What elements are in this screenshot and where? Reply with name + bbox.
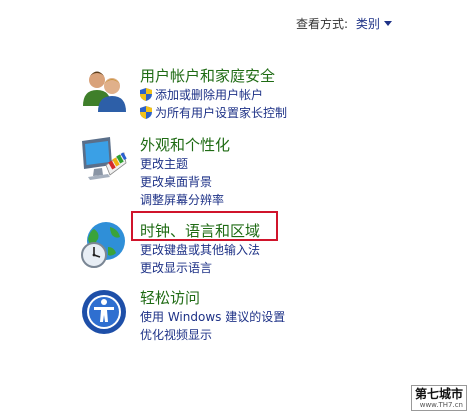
category-title-user-accounts[interactable]: 用户帐户和家庭安全 — [140, 66, 460, 86]
link-label: 为所有用户设置家长控制 — [155, 106, 288, 120]
ease-of-access-icon — [82, 290, 126, 334]
link-change-display-language[interactable]: 更改显示语言 — [140, 259, 460, 277]
link-change-keyboard-input[interactable]: 更改键盘或其他输入法 — [140, 241, 460, 259]
monitor-palette-icon — [82, 137, 127, 180]
chevron-down-icon — [383, 21, 392, 26]
uac-shield-icon — [140, 88, 152, 101]
link-optimize-visual-display[interactable]: 优化视频显示 — [140, 326, 460, 344]
category-title-appearance[interactable]: 外观和个性化 — [140, 135, 460, 155]
highlight-box — [131, 211, 278, 241]
link-adjust-resolution[interactable]: 调整屏幕分辨率 — [140, 191, 460, 209]
category-title-ease-of-access[interactable]: 轻松访问 — [140, 288, 460, 308]
watermark-text: 第七城市 — [414, 387, 463, 401]
link-add-remove-accounts[interactable]: 添加或删除用户帐户 — [140, 86, 460, 104]
link-label: 添加或删除用户帐户 — [155, 88, 264, 102]
view-by-selected: 类别 — [355, 17, 380, 31]
users-icon — [83, 71, 126, 112]
uac-shield-icon — [140, 106, 152, 119]
view-by-label: 查看方式: — [296, 17, 349, 31]
link-change-desktop-background[interactable]: 更改桌面背景 — [140, 173, 460, 191]
watermark-sub: www.TH7.cn — [419, 401, 463, 409]
view-by-dropdown[interactable]: 类别 — [356, 17, 392, 31]
link-windows-recommended-settings[interactable]: 使用 Windows 建议的设置 — [140, 308, 460, 326]
watermark-logo: 第七城市 www.TH7.cn — [410, 385, 467, 411]
globe-clock-icon — [81, 222, 125, 268]
link-parental-controls[interactable]: 为所有用户设置家长控制 — [140, 104, 460, 122]
link-change-theme[interactable]: 更改主题 — [140, 155, 460, 173]
view-by-control: 查看方式: 类别 — [296, 15, 392, 32]
